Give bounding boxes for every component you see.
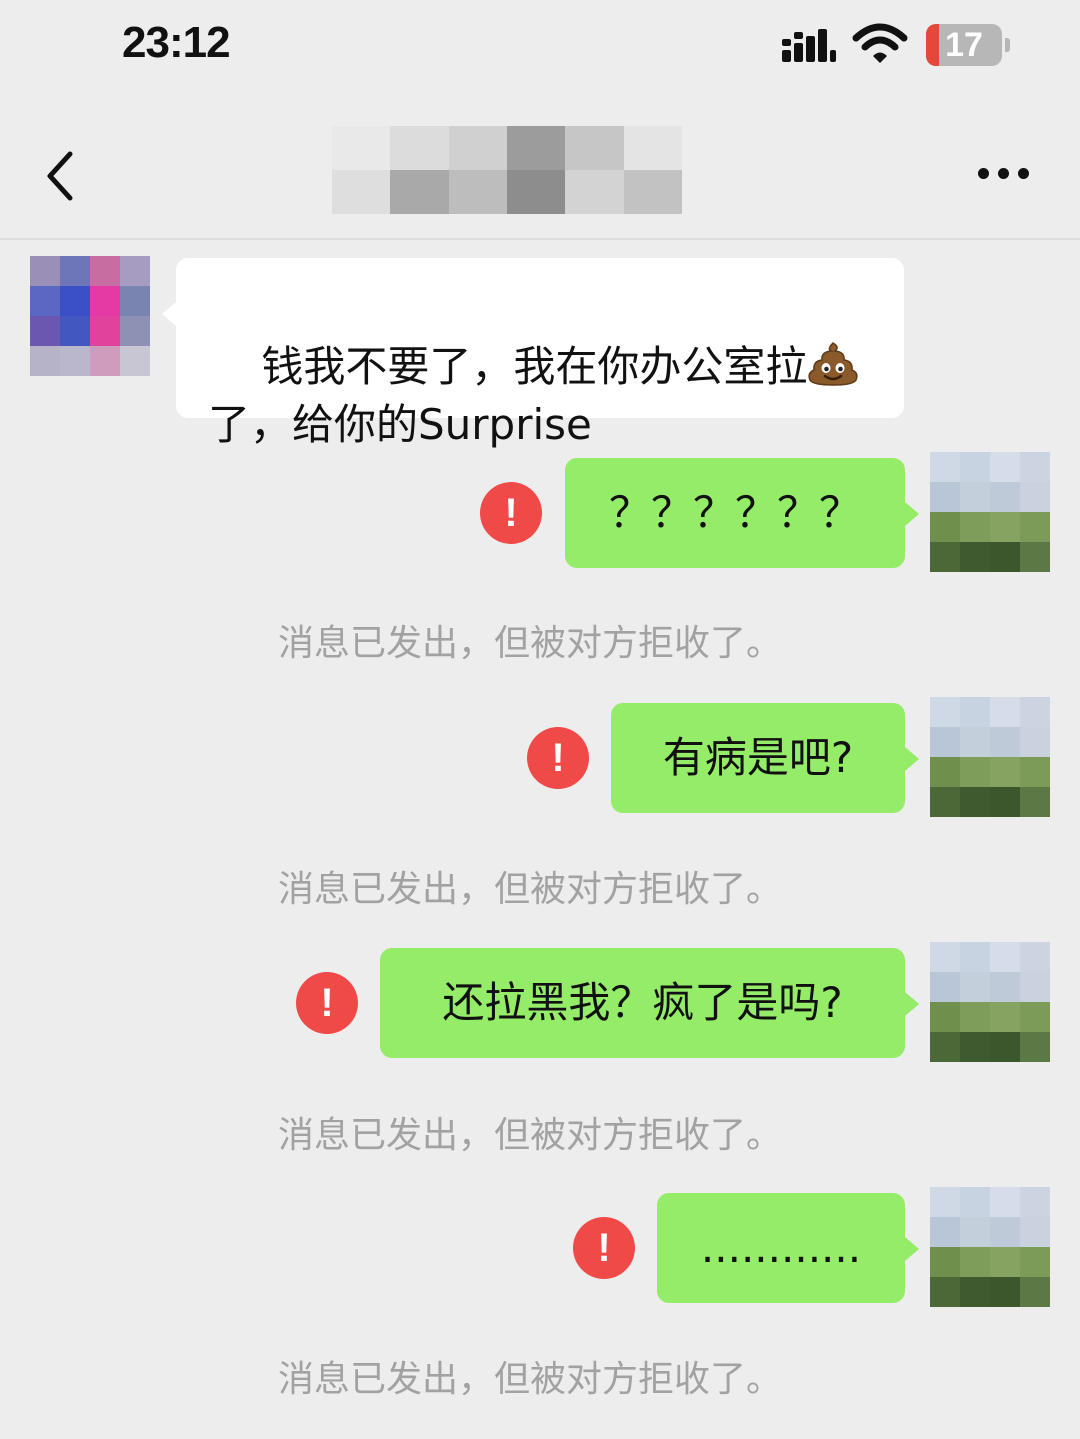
chat-title-pixelated (332, 126, 682, 214)
outgoing-message-bubble[interactable]: ？？？？？？ (565, 458, 919, 568)
chevron-left-icon[interactable] (40, 148, 80, 204)
my-avatar[interactable] (930, 942, 1050, 1062)
incoming-message-bubble[interactable]: 钱我不要了，我在你办公室拉 了，给你的Surprise (162, 258, 904, 449)
outgoing-message-text: 有病是吧? (662, 733, 854, 782)
battery-tip (1005, 38, 1010, 52)
battery-low-icon: 17 (926, 24, 1012, 68)
incoming-line-2: 了，给你的Surprise (208, 400, 592, 449)
outgoing-message-text: 还拉黑我？疯了是吗? (442, 978, 843, 1027)
chat-nav-bar (0, 100, 1080, 240)
my-avatar[interactable] (930, 452, 1050, 572)
outgoing-message-bubble[interactable]: 还拉黑我？疯了是吗? (380, 948, 919, 1058)
cellular-signal-icon (782, 29, 836, 62)
pile-of-poo-icon (808, 342, 859, 386)
my-avatar[interactable] (930, 1187, 1050, 1307)
exclamation-error-icon[interactable]: ! (296, 972, 358, 1034)
contact-avatar[interactable] (30, 256, 150, 376)
status-time: 23:12 (122, 18, 231, 67)
my-avatar[interactable] (930, 697, 1050, 817)
exclamation-error-icon[interactable]: ! (527, 727, 589, 789)
rejected-notice: 消息已发出，但被对方拒收了。 (278, 623, 783, 664)
rejected-notice: 消息已发出，但被对方拒收了。 (278, 1359, 783, 1400)
outgoing-message-bubble[interactable]: 有病是吧? (611, 703, 919, 813)
battery-body: 17 (926, 24, 1002, 66)
exclamation-error-icon[interactable]: ! (480, 482, 542, 544)
rejected-notice: 消息已发出，但被对方拒收了。 (278, 869, 783, 910)
outgoing-message-text: ............ (700, 1223, 862, 1272)
outgoing-message-text: ？？？？？？ (608, 488, 861, 537)
rejected-notice: 消息已发出，但被对方拒收了。 (278, 1115, 783, 1156)
battery-level: 17 (945, 26, 983, 64)
incoming-line-1: 钱我不要了，我在你办公室拉 (261, 342, 808, 391)
status-bar: 23:12 17 (0, 0, 1080, 100)
more-dots-icon[interactable] (978, 168, 1032, 182)
outgoing-message-bubble[interactable]: ............ (657, 1193, 919, 1303)
wifi-icon (852, 23, 908, 63)
exclamation-error-icon[interactable]: ! (573, 1217, 635, 1279)
